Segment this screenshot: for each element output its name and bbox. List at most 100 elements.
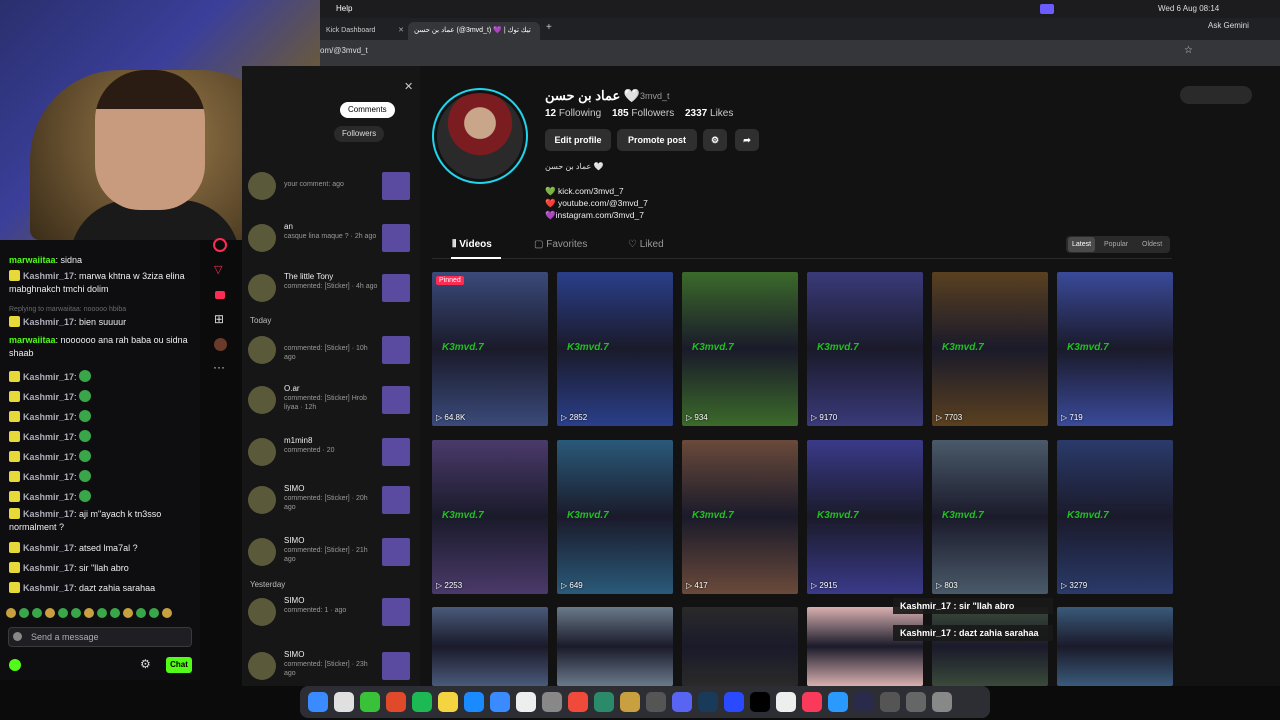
tab-favorites[interactable]: ▢ Favorites <box>534 239 587 250</box>
filter-comments[interactable]: Comments <box>340 102 395 118</box>
avatar[interactable] <box>248 652 276 680</box>
close-panel-icon[interactable]: ✕ <box>404 80 413 93</box>
tab-liked[interactable]: ♡ Liked <box>628 239 664 250</box>
dock-app-icon[interactable] <box>542 692 562 712</box>
emote-icon[interactable] <box>13 632 22 641</box>
video-card[interactable]: Pinned K3mvd.7 ▷ 64.8K <box>432 272 548 426</box>
dock-app-icon[interactable] <box>360 692 380 712</box>
emote-icon[interactable] <box>123 608 133 618</box>
chat-username[interactable]: Kashmir_17 <box>23 317 74 327</box>
video-thumbnail[interactable] <box>382 336 410 364</box>
video-card[interactable] <box>807 607 923 686</box>
settings-icon[interactable]: ⚙ <box>703 129 727 151</box>
chat-username[interactable]: Kashmir_17 <box>23 472 74 482</box>
dock-app-icon[interactable] <box>880 692 900 712</box>
settings-gear-icon[interactable]: ⚙ <box>140 657 151 671</box>
video-thumbnail[interactable] <box>382 386 410 414</box>
dock-app-icon[interactable] <box>516 692 536 712</box>
video-card[interactable]: K3mvd.7 ▷ 2915 <box>807 440 923 594</box>
chat-username[interactable]: Kashmir_17 <box>23 509 74 519</box>
video-thumbnail[interactable] <box>382 172 410 200</box>
chat-username[interactable]: Kashmir_17 <box>23 392 74 402</box>
avatar[interactable] <box>248 538 276 566</box>
video-thumbnail[interactable] <box>382 652 410 680</box>
filter-followers[interactable]: Followers <box>334 126 385 142</box>
chat-message-input[interactable]: Send a message <box>8 627 192 647</box>
profile-avatar[interactable] <box>432 88 528 184</box>
upload-icon[interactable]: ⊞ <box>214 312 224 326</box>
video-card[interactable]: K3mvd.7 ▷ 649 <box>557 440 673 594</box>
chat-username[interactable]: Kashmir_17 <box>23 583 74 593</box>
dock-app-icon[interactable] <box>386 692 406 712</box>
video-thumbnail[interactable] <box>382 598 410 626</box>
new-tab-icon[interactable]: + <box>546 22 552 33</box>
video-card[interactable]: K3mvd.7 ▷ 2253 <box>432 440 548 594</box>
emote-icon[interactable] <box>58 608 68 618</box>
chat-send-button[interactable]: Chat <box>166 657 192 673</box>
video-thumbnail[interactable] <box>382 224 410 252</box>
avatar[interactable] <box>248 598 276 626</box>
emote-icon[interactable] <box>6 608 16 618</box>
video-card[interactable]: K3mvd.7 ▷ 934 <box>682 272 798 426</box>
avatar[interactable] <box>248 486 276 514</box>
profile-icon[interactable] <box>213 238 227 252</box>
link-kick[interactable]: 💚 kick.com/3mvd_7 <box>545 185 648 197</box>
sort-oldest[interactable]: Oldest <box>1138 237 1166 252</box>
video-thumbnail[interactable] <box>382 438 410 466</box>
filter-icon[interactable]: ▽ <box>214 263 222 276</box>
chat-username[interactable]: marwaiitaa <box>9 335 56 345</box>
menu-help[interactable]: Help <box>336 0 352 18</box>
video-card[interactable]: K3mvd.7 ▷ 803 <box>932 440 1048 594</box>
dock-app-icon[interactable] <box>802 692 822 712</box>
emote-icon[interactable] <box>71 608 81 618</box>
edit-profile-button[interactable]: Edit profile <box>545 129 611 151</box>
dock-app-icon[interactable] <box>412 692 432 712</box>
emote-icon[interactable] <box>84 608 94 618</box>
dock-app-icon[interactable] <box>828 692 848 712</box>
dock-app-icon[interactable] <box>906 692 926 712</box>
chat-username[interactable]: Kashmir_17 <box>23 563 74 573</box>
notification-item[interactable]: SIMO commented: [Sticker] · 20h ago <box>248 484 416 520</box>
video-card[interactable] <box>932 607 1048 686</box>
bookmark-star-icon[interactable]: ☆ <box>1184 45 1193 56</box>
chat-username[interactable]: Kashmir_17 <box>23 492 74 502</box>
notification-item[interactable]: O.ar commented: [Sticker] Hrob liyaa · 12… <box>248 384 416 420</box>
video-card[interactable] <box>682 607 798 686</box>
dock-app-icon[interactable] <box>594 692 614 712</box>
sort-popular[interactable]: Popular <box>1100 237 1132 252</box>
video-thumbnail[interactable] <box>382 274 410 302</box>
chat-username[interactable]: Kashmir_17 <box>23 543 74 553</box>
chat-username[interactable]: Kashmir_17 <box>23 452 74 462</box>
emote-bar[interactable] <box>0 606 200 620</box>
dock-app-icon[interactable] <box>646 692 666 712</box>
avatar[interactable] <box>248 274 276 302</box>
chat-username[interactable]: Kashmir_17 <box>23 432 74 442</box>
dock-app-icon[interactable] <box>438 692 458 712</box>
notification-item[interactable]: SIMO commented: 1 · ago <box>248 596 416 632</box>
emote-icon[interactable] <box>19 608 29 618</box>
dock-app-icon[interactable] <box>568 692 588 712</box>
dock-app-icon[interactable] <box>620 692 640 712</box>
status-icon[interactable] <box>1040 4 1054 14</box>
video-card[interactable]: K3mvd.7 ▷ 2852 <box>557 272 673 426</box>
emote-icon[interactable] <box>149 608 159 618</box>
notification-item[interactable]: your comment: ago <box>248 170 416 206</box>
dock-app-icon[interactable] <box>308 692 328 712</box>
menubar-clock[interactable]: Wed 6 Aug 08:14 <box>1158 0 1219 18</box>
emote-icon[interactable] <box>97 608 107 618</box>
share-icon[interactable]: ➦ <box>735 129 759 151</box>
emote-icon[interactable] <box>32 608 42 618</box>
tab-videos[interactable]: ⦀ Videos <box>452 239 492 250</box>
notification-item[interactable]: SIMO commented: [Sticker] · 23h ago <box>248 650 416 686</box>
followers-label[interactable]: Followers <box>631 108 674 119</box>
emote-icon[interactable] <box>136 608 146 618</box>
dock-app-icon[interactable] <box>672 692 692 712</box>
dock-app-icon[interactable] <box>490 692 510 712</box>
dock-app-icon[interactable] <box>932 692 952 712</box>
notification-item[interactable]: commented: [Sticker] · 10h ago <box>248 334 416 370</box>
video-thumbnail[interactable] <box>382 486 410 514</box>
avatar[interactable] <box>248 438 276 466</box>
tab-close-icon[interactable]: ✕ <box>398 22 404 40</box>
dock-app-icon[interactable] <box>334 692 354 712</box>
ask-gemini-button[interactable]: Ask Gemini <box>1208 21 1249 30</box>
